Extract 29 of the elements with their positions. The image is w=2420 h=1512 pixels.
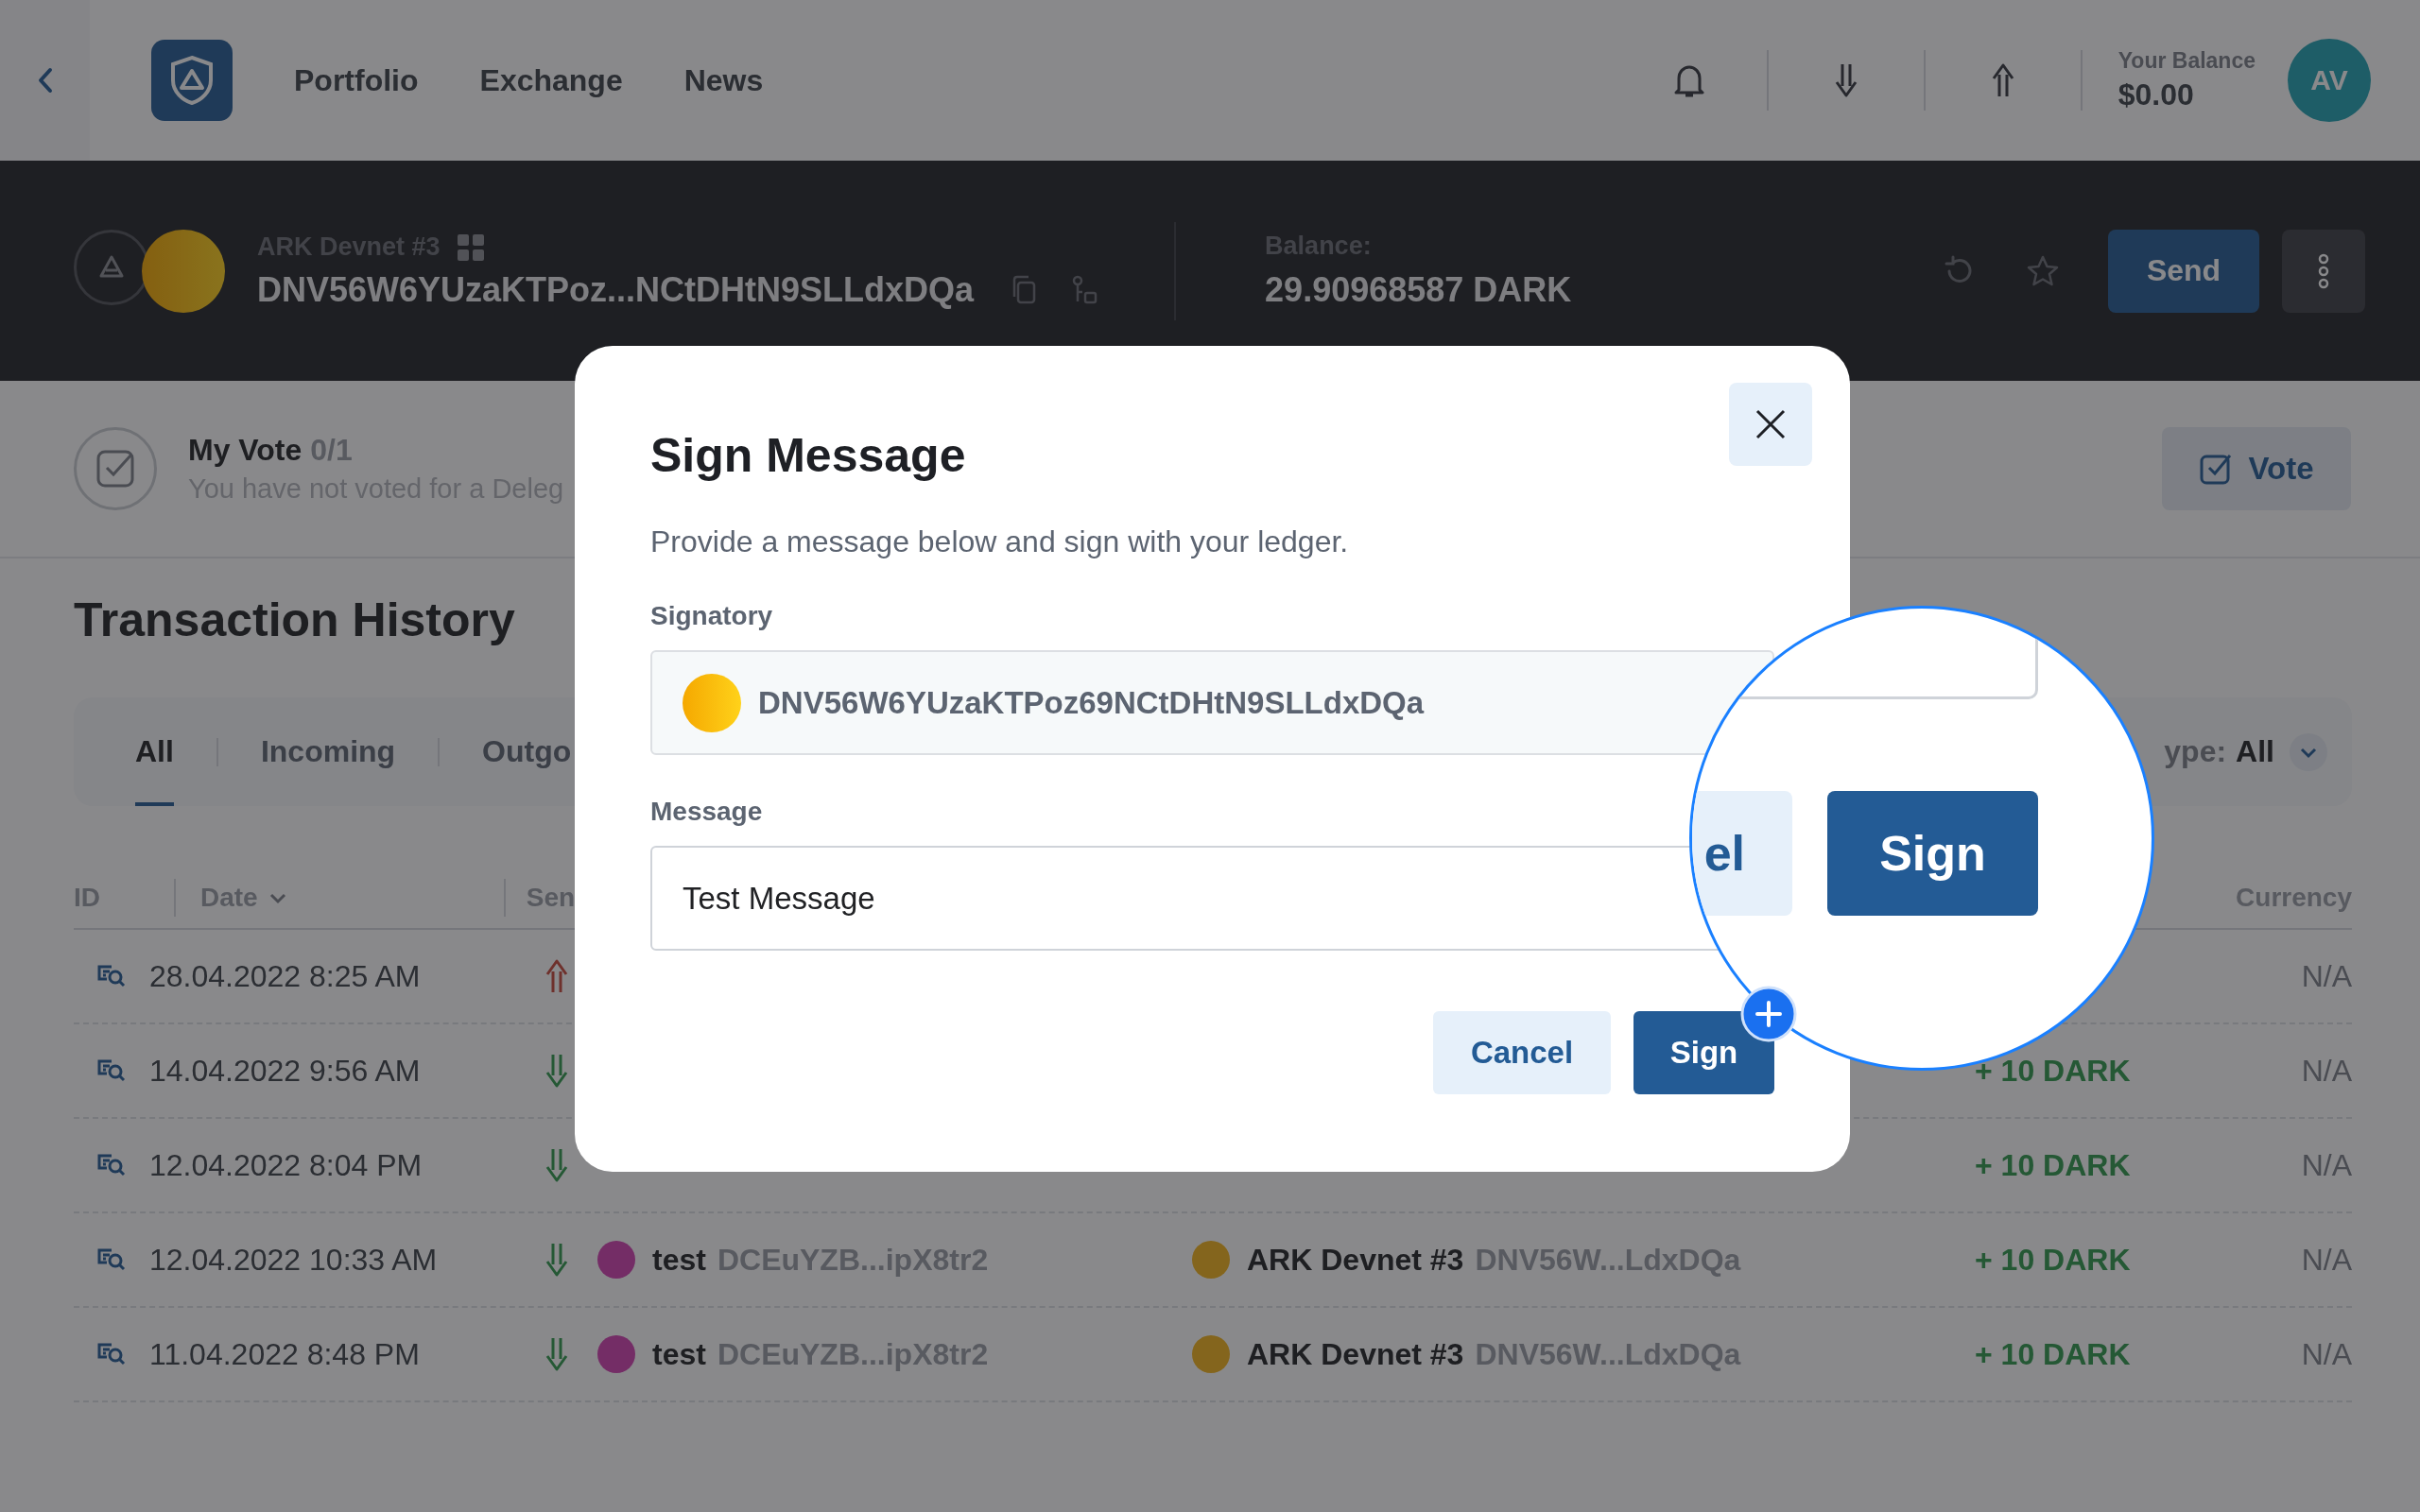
currency-cell: N/A xyxy=(2301,1147,2352,1183)
wallet-address: DNV56W6YUzaKTPoz...NCtDHtN9SLLdxDQa xyxy=(257,269,975,310)
amount-cell: + 10 DARK xyxy=(1975,1147,2131,1182)
recipient-name: ARK Devnet #3 xyxy=(1247,1242,1464,1278)
dialog-title: Sign Message xyxy=(650,428,966,483)
amount-cell: + 10 DARK xyxy=(1975,1242,2131,1277)
amount-cell: + 10 DARK xyxy=(1975,1336,2131,1371)
type-filter-label: ype: xyxy=(2164,734,2227,769)
field-label: Signatory xyxy=(650,601,774,631)
date-cell-text: 11.04.2022 8:48 PM xyxy=(149,1336,421,1372)
currency-cell: N/A xyxy=(2301,1053,2352,1089)
balance-amount: $0.00 xyxy=(2118,77,2195,112)
date-cell-text: 12.04.2022 10:33 AM xyxy=(149,1242,439,1278)
field-label: Message xyxy=(650,797,764,827)
date-cell-text: 14.04.2022 9:56 AM xyxy=(149,1053,422,1089)
sender-name: test xyxy=(652,1336,706,1372)
dialog-description: Provide a message below and sign with your ledger. xyxy=(650,524,1350,559)
sender-name: test xyxy=(652,1242,706,1278)
date-cell-text: 12.04.2022 8:04 PM xyxy=(149,1147,424,1183)
recipient-name: ARK Devnet #3 xyxy=(1247,1336,1464,1372)
amount-cell: + 10 DARK xyxy=(1975,1053,2131,1088)
wallet-balance: 29.90968587 DARK xyxy=(1265,270,1572,310)
signatory-field: DNV56W6YUzaKTPoz69NCtDHtN9SLLdxDQa xyxy=(650,650,1774,755)
currency-cell: N/A xyxy=(2301,1336,2352,1372)
currency-cell: N/A xyxy=(2301,1242,2352,1278)
date-cell-text: 28.04.2022 8:25 AM xyxy=(149,958,422,994)
balance-label: Your Balance xyxy=(2118,48,2256,74)
currency-cell: N/A xyxy=(2301,958,2352,994)
section-title: Transaction History xyxy=(74,593,515,648)
